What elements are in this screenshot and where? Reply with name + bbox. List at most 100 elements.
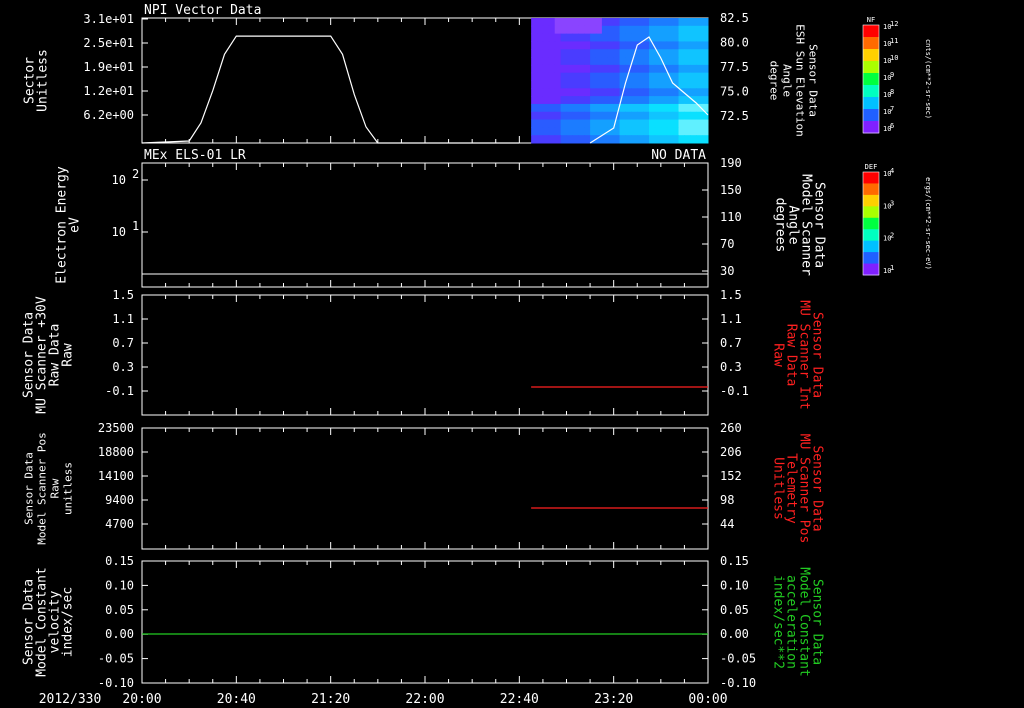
- heatmap-cell: [542, 57, 550, 66]
- no-data-label: NO DATA: [651, 148, 706, 163]
- heatmap-cell: [595, 88, 603, 97]
- heatmap-cell: [690, 127, 697, 136]
- colorbar-segment: [863, 206, 879, 219]
- heatmap-cell: [566, 111, 573, 121]
- heatmap-cell: [607, 33, 615, 42]
- heatmap-cell: [666, 88, 674, 97]
- heatmap-cell: [690, 41, 697, 50]
- heatmap-cell: [554, 33, 562, 42]
- heatmap-cell: [672, 72, 680, 81]
- heatmap-cell: [637, 64, 644, 74]
- heatmap-cell: [696, 111, 703, 121]
- right-y-tick-label: 152: [720, 469, 742, 483]
- heatmap-cell: [637, 103, 644, 113]
- heatmap-cell: [672, 33, 680, 42]
- heatmap-cell: [625, 96, 632, 105]
- heatmap-cell: [531, 49, 538, 58]
- heatmap-cell: [684, 127, 691, 136]
- heatmap-cell: [660, 72, 668, 81]
- heatmap-cell: [607, 41, 615, 50]
- heatmap-cell: [566, 33, 573, 42]
- heatmap-cell: [660, 80, 668, 89]
- heatmap-cell: [607, 111, 615, 121]
- heatmap-cell: [690, 57, 697, 66]
- right-y-tick-label: 82.5: [720, 11, 749, 25]
- y-tick-label: 10: [112, 225, 126, 239]
- heatmap-cell: [531, 57, 538, 66]
- y-axis-label: Sensor Data: [23, 452, 36, 525]
- heatmap-cell: [654, 88, 662, 97]
- heatmap-cell: [548, 41, 556, 50]
- heatmap-cell: [613, 135, 621, 144]
- heatmap-cell: [560, 80, 567, 89]
- heatmap-cell: [607, 96, 615, 105]
- heatmap-cell: [578, 96, 585, 105]
- heatmap-cell: [554, 18, 562, 27]
- heatmap-cell: [654, 135, 662, 144]
- heatmap-cell: [590, 96, 597, 105]
- heatmap-cell: [554, 103, 562, 113]
- heatmap-cell: [625, 33, 632, 42]
- heatmap-cell: [666, 33, 674, 42]
- heatmap-cell: [696, 119, 703, 128]
- heatmap-cell: [684, 49, 691, 58]
- heatmap-cell: [548, 80, 556, 89]
- colorbar-tick-exponent: 12: [890, 20, 898, 28]
- heatmap-cell: [578, 127, 585, 136]
- colorbar-unit-label: cnts/(cm**2-sr-sec): [924, 39, 932, 119]
- heatmap-cell: [607, 72, 615, 81]
- heatmap-cell: [613, 25, 621, 35]
- heatmap-cell: [584, 127, 591, 136]
- heatmap-cell: [531, 103, 538, 113]
- colorbar-segment: [863, 49, 879, 62]
- heatmap-cell: [666, 25, 674, 35]
- heatmap-cell: [643, 127, 650, 136]
- multi-panel-chart: NPI Vector Data 3.1e+01 2.5e+01 1.9e+01 1.2e…: [22, 3, 933, 707]
- heatmap-cell: [672, 96, 680, 105]
- heatmap-cell: [595, 127, 603, 136]
- y-tick-exponent: 1: [132, 219, 139, 233]
- heatmap-cell: [560, 57, 567, 66]
- heatmap-cell: [560, 103, 567, 113]
- heatmap-cell: [590, 41, 597, 50]
- heatmap-cell: [607, 57, 615, 66]
- heatmap-cell: [560, 41, 567, 50]
- heatmap-cell: [560, 33, 567, 42]
- heatmap-cell: [554, 88, 562, 97]
- colorbar-tick-exponent: 4: [890, 167, 894, 175]
- heatmap-cell: [531, 64, 538, 74]
- heatmap-cell: [542, 119, 550, 128]
- heatmap-cell: [572, 135, 579, 144]
- heatmap-cell: [590, 25, 597, 35]
- y-axis-label: unitless: [62, 462, 75, 515]
- heatmap-cell: [542, 25, 550, 35]
- y-tick-label: 9400: [105, 493, 134, 507]
- heatmap-cell: [660, 111, 668, 121]
- heatmap-cell: [678, 103, 685, 113]
- heatmap-cell: [619, 72, 626, 81]
- colorbar-tick-exponent: 3: [890, 199, 894, 207]
- heatmap-cell: [660, 49, 668, 58]
- heatmap-cell: [590, 80, 597, 89]
- heatmap-cell: [649, 135, 656, 144]
- heatmap-cell: [584, 80, 591, 89]
- heatmap-cell: [649, 103, 656, 113]
- heatmap-cell: [584, 72, 591, 81]
- heatmap-cell: [678, 80, 685, 89]
- heatmap-cell: [619, 41, 626, 50]
- colorbar-tick-exponent: 1: [890, 264, 894, 272]
- heatmap-cell: [702, 127, 709, 136]
- heatmap-cell: [542, 88, 550, 97]
- heatmap-cell: [537, 103, 544, 113]
- right-y-tick-label: 70: [720, 237, 734, 251]
- heatmap-cell: [666, 135, 674, 144]
- heatmap-cell: [584, 25, 591, 35]
- heatmap-cell: [672, 103, 680, 113]
- heatmap-cell: [595, 103, 603, 113]
- heatmap-cell: [554, 135, 562, 144]
- y-tick-label: 3.1e+01: [83, 12, 134, 26]
- colorbar-title: DEF: [865, 163, 878, 171]
- heatmap-cell: [696, 72, 703, 81]
- heatmap-cell: [619, 111, 626, 121]
- heatmap-cell: [649, 96, 656, 105]
